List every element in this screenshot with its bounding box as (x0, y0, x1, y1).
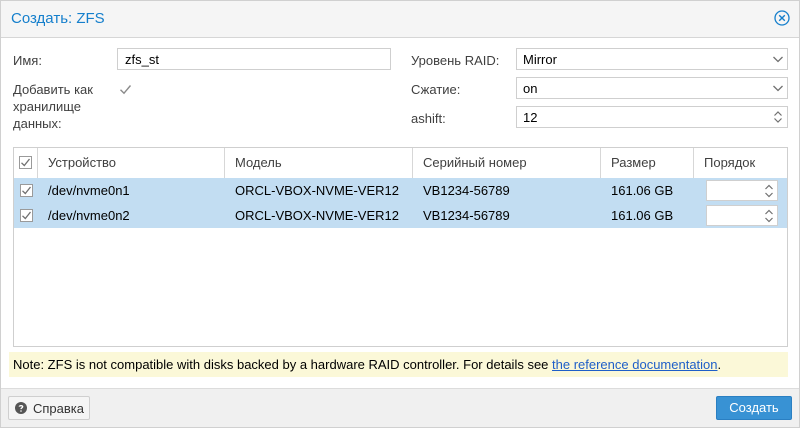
size-cell: 161.06 GB (611, 183, 674, 198)
size-cell: 161.06 GB (611, 208, 674, 223)
raid-level-select[interactable]: Mirror (516, 48, 788, 70)
row-checkbox[interactable] (20, 184, 33, 197)
zfs-raid-note: Note: ZFS is not compatible with disks b… (9, 352, 788, 377)
serial-cell: VB1234-56789 (423, 183, 510, 198)
table-row[interactable]: /dev/nvme0n1 ORCL-VBOX-NVME-VER12 VB1234… (14, 178, 787, 203)
device-cell: /dev/nvme0n2 (48, 208, 130, 223)
create-zfs-dialog: Создать: ZFS Имя: Добавить как хранилище… (0, 0, 800, 428)
chevron-down-icon[interactable] (771, 81, 785, 95)
ashift-spinner[interactable]: 12 (516, 106, 788, 128)
question-circle-icon (15, 402, 27, 414)
name-label: Имя: (13, 53, 42, 68)
help-button-label: Справка (33, 401, 84, 416)
note-text: Note: ZFS is not compatible with disks b… (13, 357, 553, 372)
help-button[interactable]: Справка (8, 396, 90, 420)
disk-grid: Устройство Модель Серийный номер Размер … (13, 147, 788, 347)
select-all-cell (14, 148, 38, 178)
device-cell: /dev/nvme0n1 (48, 183, 130, 198)
column-header-size[interactable]: Размер (601, 148, 694, 178)
compression-select[interactable]: on (516, 77, 788, 99)
note-end: . (717, 357, 722, 372)
select-all-checkbox[interactable] (19, 156, 32, 169)
ashift-label: ashift: (411, 111, 446, 126)
grid-header: Устройство Модель Серийный номер Размер … (14, 148, 787, 179)
raid-level-value: Mirror (523, 52, 557, 67)
raid-level-label: Уровень RAID: (411, 53, 500, 68)
model-cell: ORCL-VBOX-NVME-VER12 (235, 183, 399, 198)
name-input[interactable] (117, 48, 391, 70)
column-header-model[interactable]: Модель (225, 148, 413, 178)
order-spinner[interactable] (706, 180, 778, 201)
column-header-serial[interactable]: Серийный номер (413, 148, 601, 178)
table-row[interactable]: /dev/nvme0n2 ORCL-VBOX-NVME-VER12 VB1234… (14, 203, 787, 228)
spinner-arrows-icon[interactable] (764, 208, 774, 224)
column-header-device[interactable]: Устройство (38, 148, 225, 178)
model-cell: ORCL-VBOX-NVME-VER12 (235, 208, 399, 223)
add-storage-label-line1: Добавить как (13, 82, 93, 97)
close-icon[interactable] (774, 10, 790, 26)
add-storage-label-line2: хранилище (13, 99, 82, 114)
ashift-value: 12 (523, 110, 538, 125)
compression-label: Сжатие: (411, 82, 461, 97)
row-checkbox[interactable] (20, 209, 33, 222)
add-storage-checkbox[interactable] (119, 83, 132, 96)
spinner-arrows-icon[interactable] (771, 109, 785, 125)
serial-cell: VB1234-56789 (423, 208, 510, 223)
chevron-down-icon[interactable] (771, 52, 785, 66)
column-header-order[interactable]: Порядок (694, 148, 787, 178)
dialog-title: Создать: ZFS (11, 10, 105, 27)
dialog-titlebar: Создать: ZFS (1, 1, 799, 38)
create-button[interactable]: Создать (716, 396, 792, 420)
reference-documentation-link[interactable]: the reference documentation (552, 357, 718, 372)
dialog-footer: Справка Создать (1, 388, 799, 427)
add-storage-label-line3: данных: (13, 116, 62, 131)
order-spinner[interactable] (706, 205, 778, 226)
spinner-arrows-icon[interactable] (764, 183, 774, 199)
compression-value: on (523, 81, 538, 96)
